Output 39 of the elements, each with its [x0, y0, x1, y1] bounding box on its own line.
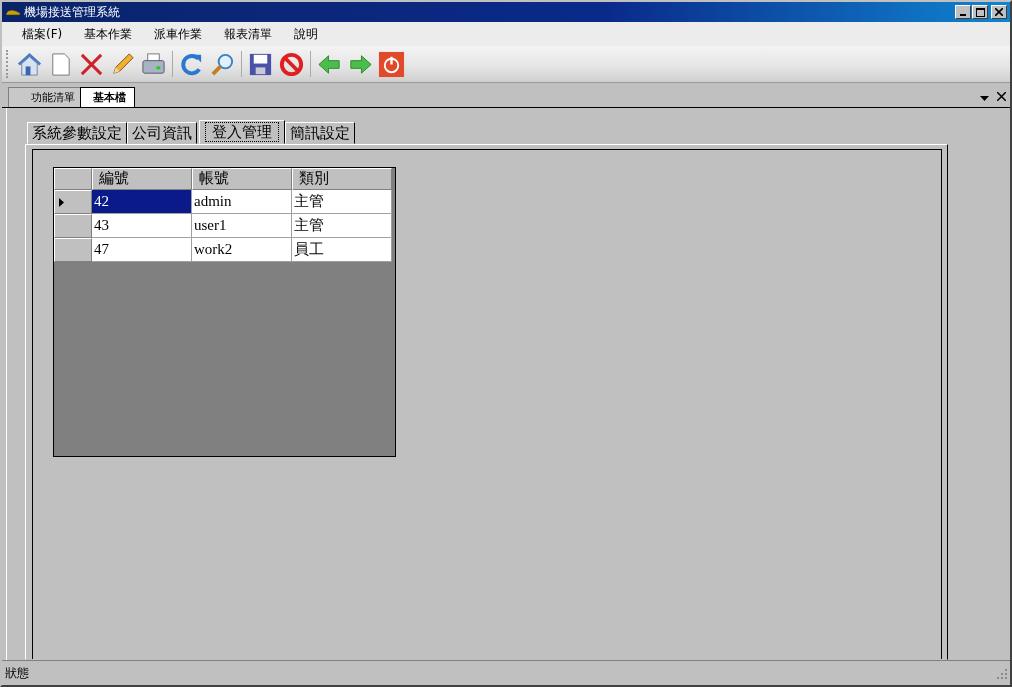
table-cell[interactable]: 員工 — [292, 238, 392, 262]
tab[interactable]: 公司資訊 — [127, 122, 197, 144]
window-title: 機場接送管理系統 — [24, 3, 120, 21]
status-text: 狀態 — [5, 664, 29, 682]
menu-item[interactable]: 說明 — [286, 25, 327, 43]
minimize-button[interactable] — [955, 5, 971, 19]
car-icon — [5, 7, 21, 17]
table-cell[interactable]: 43 — [92, 214, 192, 238]
menu-item[interactable]: 派車作業 — [146, 25, 211, 43]
table-cell[interactable]: 主管 — [292, 214, 392, 238]
power-icon[interactable] — [378, 50, 405, 78]
menu-item[interactable]: 基本作業 — [76, 25, 141, 43]
dropdown-icon[interactable] — [980, 96, 989, 101]
column-header[interactable]: 類別 — [292, 168, 392, 190]
resize-grip-icon[interactable] — [996, 667, 1007, 679]
close-button[interactable] — [991, 5, 1007, 19]
close-icon[interactable] — [997, 92, 1006, 101]
document-tab[interactable]: 基本檔 — [80, 87, 135, 107]
table-cell[interactable]: 主管 — [292, 190, 392, 214]
stop-icon[interactable] — [278, 50, 305, 78]
maximize-icon — [975, 7, 985, 17]
menu-item[interactable]: 檔案(F) — [14, 25, 71, 43]
tab[interactable]: 系統參數設定 — [27, 122, 127, 144]
column-header[interactable]: 編號 — [92, 168, 192, 190]
corner-cell — [54, 168, 92, 190]
table-cell[interactable]: user1 — [192, 214, 292, 238]
menu-item[interactable]: 報表清單 — [216, 25, 281, 43]
close-icon — [995, 8, 1003, 16]
tab[interactable]: 登入管理 — [199, 120, 285, 144]
maximize-button[interactable] — [972, 5, 988, 19]
table-cell[interactable]: 47 — [92, 238, 192, 262]
table-cell[interactable]: admin — [192, 190, 292, 214]
table-cell[interactable]: 42 — [92, 190, 192, 214]
table-cell[interactable]: work2 — [192, 238, 292, 262]
tab[interactable]: 簡訊設定 — [285, 122, 355, 144]
column-header[interactable]: 帳號 — [192, 168, 292, 190]
home-icon[interactable] — [16, 50, 43, 78]
row-header[interactable] — [54, 190, 92, 214]
row-pointer-icon — [59, 197, 64, 207]
